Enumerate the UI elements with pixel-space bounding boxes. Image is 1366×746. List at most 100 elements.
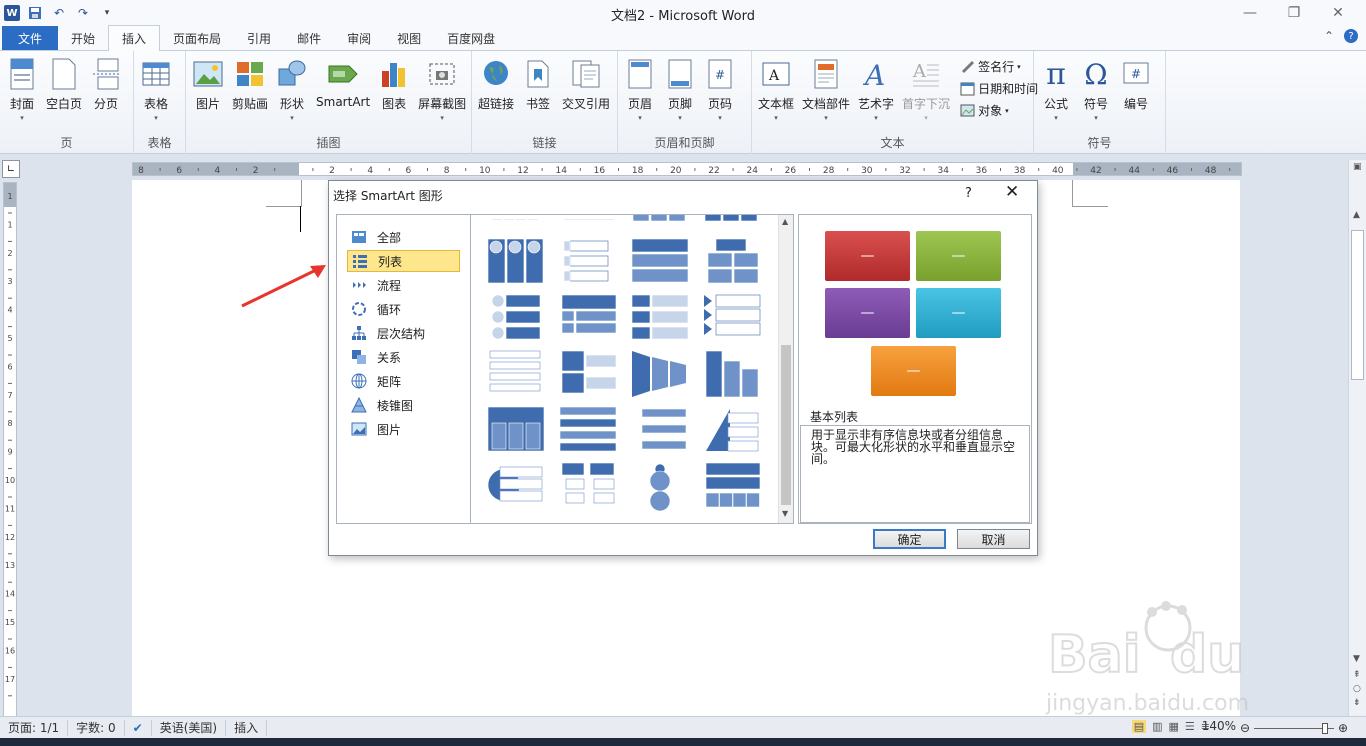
layout-thumbnail[interactable] [561, 462, 615, 504]
cover-page-button[interactable]: 封面 ▾ [2, 55, 42, 129]
page-number-button[interactable]: # 页码 ▾ [700, 55, 740, 129]
ok-button[interactable]: 确定 [873, 529, 946, 549]
layout-thumbnail[interactable] [487, 406, 545, 452]
layout-thumbnail[interactable] [705, 462, 761, 508]
tab-mailings[interactable]: 邮件 [284, 26, 334, 50]
horizontal-ruler[interactable]: 8 6 4 2 2 4 6 8 10 12 14 16 18 20 22 24 26 28 30 32 34 36 38 40… [132, 162, 1242, 176]
layout-thumbnail[interactable] [631, 294, 689, 340]
scroll-thumb[interactable] [1351, 230, 1364, 380]
scroll-down-icon[interactable]: ▼ [782, 509, 788, 518]
category-process[interactable]: 流程 [347, 274, 460, 296]
minimize-icon[interactable]: — [1230, 0, 1270, 26]
equation-button[interactable]: π 公式 ▾ [1036, 55, 1076, 129]
tab-baidu-netdisk[interactable]: 百度网盘 [434, 26, 508, 50]
category-pyramid[interactable]: 棱锥图 [347, 394, 460, 416]
bookmark-button[interactable]: 书签 [518, 55, 558, 129]
category-hierarchy[interactable]: 层次结构 [347, 322, 460, 344]
layout-thumbnail[interactable] [707, 238, 759, 284]
layout-thumbnail[interactable] [704, 215, 758, 222]
vertical-scrollbar[interactable]: ▣ ▲ ▼ ⇞ ○ ⇟ [1348, 160, 1366, 716]
outline-icon[interactable]: ☰ [1185, 720, 1195, 733]
hyperlink-button[interactable]: 超链接 [474, 55, 518, 129]
restore-icon[interactable]: ❐ [1274, 0, 1314, 26]
zoom-level[interactable]: 140% [1202, 719, 1236, 733]
full-screen-reading-icon[interactable]: ▥ [1152, 720, 1162, 733]
customize-toolbar-icon[interactable]: ▾ [98, 4, 116, 22]
layout-thumbnail[interactable] [487, 466, 543, 502]
print-layout-icon[interactable]: ▤ [1131, 720, 1147, 733]
language[interactable]: 英语(美国) [152, 719, 227, 736]
close-icon[interactable]: ✕ [1005, 182, 1019, 202]
page-count[interactable]: 页面: 1/1 [0, 719, 69, 736]
quick-parts-button[interactable]: 文档部件 ▾ [798, 55, 854, 129]
layout-thumbnail[interactable] [487, 238, 544, 284]
tab-file[interactable]: 文件 [2, 26, 58, 50]
category-relationship[interactable]: 关系 [347, 346, 460, 368]
object-button[interactable]: 对象 ▾ [960, 101, 1038, 120]
close-window-icon[interactable]: ✕ [1318, 0, 1358, 26]
category-all[interactable]: 全部 [347, 226, 460, 248]
tab-home[interactable]: 开始 [58, 26, 108, 50]
zoom-knob[interactable] [1322, 722, 1329, 734]
layout-thumbnail[interactable] [561, 294, 617, 334]
zoom-slider[interactable]: ⊖ ⊕ [1240, 721, 1348, 735]
clip-art-button[interactable]: 剪贴画 [228, 55, 272, 129]
undo-icon[interactable]: ↶ [50, 4, 68, 22]
header-button[interactable]: 页眉 ▾ [620, 55, 660, 129]
layout-thumbnail[interactable] [491, 294, 541, 340]
scroll-up-icon[interactable]: ▲ [782, 217, 788, 226]
layout-thumbnail[interactable] [632, 351, 686, 397]
next-page-icon[interactable]: ⇟ [1353, 698, 1361, 708]
layout-thumbnail[interactable] [704, 294, 761, 336]
ruler-toggle-icon[interactable]: ▣ [1353, 162, 1362, 172]
layout-thumbnail[interactable] [706, 409, 759, 452]
previous-page-icon[interactable]: ⇞ [1353, 670, 1361, 680]
tab-insert[interactable]: 插入 [108, 25, 161, 51]
smartart-button[interactable]: SmartArt [312, 55, 374, 129]
text-box-button[interactable]: A 文本框 ▾ [754, 55, 798, 129]
table-button[interactable]: 表格 ▾ [136, 55, 176, 129]
layout-thumbnail[interactable] [559, 406, 617, 452]
proofing-icon[interactable]: ✔ [125, 719, 152, 736]
tab-page-layout[interactable]: 页面布局 [160, 26, 234, 50]
web-layout-icon[interactable]: ▦ [1169, 720, 1179, 733]
save-icon[interactable] [26, 4, 44, 22]
layout-thumbnail[interactable] [631, 238, 689, 283]
picture-button[interactable]: 图片 [188, 55, 228, 129]
word-count[interactable]: 字数: 0 [68, 719, 125, 736]
layout-thumbnail[interactable] [563, 218, 615, 221]
layout-thumbnail[interactable] [561, 350, 617, 394]
layout-thumbnail[interactable] [489, 350, 541, 392]
scroll-down-icon[interactable]: ▼ [1353, 654, 1360, 664]
layout-thumbnail[interactable] [632, 215, 686, 222]
blank-page-button[interactable]: 空白页 [42, 55, 86, 129]
tab-view[interactable]: 视图 [384, 26, 434, 50]
gallery-scroll-thumb[interactable] [781, 345, 791, 505]
screenshot-button[interactable]: 屏幕截图 ▾ [414, 55, 470, 129]
category-picture[interactable]: 图片 [347, 418, 460, 440]
word-logo-icon[interactable]: W [4, 5, 20, 21]
tab-references[interactable]: 引用 [234, 26, 284, 50]
layout-thumbnail[interactable] [563, 240, 609, 282]
category-list-selected[interactable]: 列表 [347, 250, 460, 272]
tab-review[interactable]: 审阅 [334, 26, 384, 50]
redo-icon[interactable]: ↷ [74, 4, 92, 22]
shapes-button[interactable]: 形状 ▾ [272, 55, 312, 129]
layout-thumbnail[interactable] [649, 463, 671, 512]
help-button[interactable]: ? [965, 186, 972, 201]
layout-thumbnail[interactable] [491, 218, 539, 221]
numbering-button[interactable]: # 编号 [1116, 55, 1156, 129]
signature-line-button[interactable]: 签名行 ▾ [960, 57, 1038, 76]
zoom-out-icon[interactable]: ⊖ [1240, 721, 1250, 735]
symbol-button[interactable]: Ω 符号 ▾ [1076, 55, 1116, 129]
vertical-ruler[interactable]: 1 1 2 3 4 5 6 7 8 9 10 11 12 13 14 15 16 17 [3, 182, 17, 718]
chart-button[interactable]: 图表 [374, 55, 414, 129]
page-break-button[interactable]: 分页 [86, 55, 126, 129]
minimize-ribbon-icon[interactable]: ⌃ [1324, 29, 1334, 43]
wordart-button[interactable]: A 艺术字 ▾ [854, 55, 898, 129]
category-cycle[interactable]: 循环 [347, 298, 460, 320]
cross-reference-button[interactable]: 交叉引用 [558, 55, 614, 129]
layout-thumbnail[interactable] [633, 406, 687, 452]
tab-selector-button[interactable]: ∟ [2, 160, 20, 178]
browse-object-icon[interactable]: ○ [1353, 684, 1361, 694]
